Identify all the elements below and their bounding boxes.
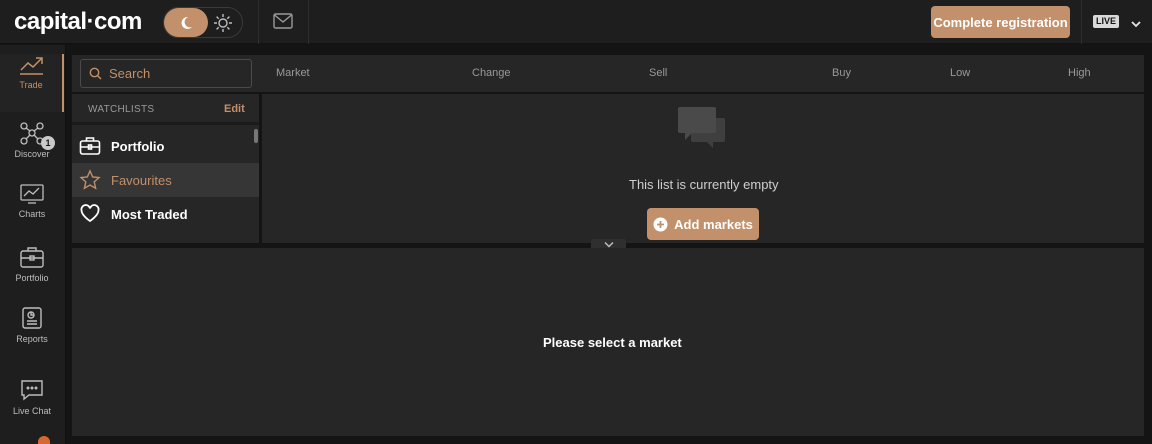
column-header-sell[interactable]: Sell: [649, 67, 667, 79]
sidebar-item-trade[interactable]: Trade: [0, 54, 64, 112]
briefcase-icon: [20, 247, 44, 268]
watchlist-item-label: Most Traded: [111, 206, 188, 222]
watchlist-item-favourites[interactable]: Favourites: [72, 163, 260, 197]
sidebar-item-live-chat[interactable]: Live Chat: [0, 378, 64, 436]
charts-icon: [20, 184, 44, 204]
column-header-market[interactable]: Market: [276, 67, 310, 79]
watchlists-divider: [72, 122, 260, 125]
header-divider: [72, 92, 1144, 94]
plus-circle-icon: [653, 217, 668, 231]
sidebar-item-charts[interactable]: Charts: [0, 183, 64, 241]
top-bar: capital·com Complete registration LIVE: [0, 0, 1152, 44]
theme-toggle[interactable]: [163, 7, 243, 38]
sidebar-item-label: Reports: [16, 334, 48, 344]
report-icon: [22, 307, 42, 329]
sidebar-item-label: Portfolio: [15, 273, 49, 283]
sidebar-item-discover[interactable]: Discover: [0, 121, 64, 179]
column-header-change[interactable]: Change: [472, 67, 511, 79]
watchlist-item-portfolio[interactable]: Portfolio: [72, 129, 260, 163]
notification-icon[interactable]: [38, 436, 50, 444]
charts-badge: 1: [41, 136, 55, 150]
empty-state-text: This list is currently empty: [629, 177, 779, 192]
sidebar-item-reports[interactable]: Reports: [0, 306, 64, 364]
watchlist-item-label: Favourites: [111, 172, 172, 188]
heart-icon: [80, 204, 100, 223]
panel-splitter: [259, 94, 262, 243]
moon-icon[interactable]: [164, 8, 208, 37]
column-header-high[interactable]: High: [1068, 67, 1091, 79]
header-divider: [1081, 0, 1082, 44]
watchlists-title: WATCHLISTS: [88, 104, 155, 115]
watchlist-item-most-traded[interactable]: Most Traded: [72, 197, 260, 231]
sidebar-item-label: Live Chat: [12, 406, 52, 416]
search-input[interactable]: [80, 59, 252, 88]
sidebar-item-portfolio[interactable]: Portfolio: [0, 245, 64, 303]
mail-icon[interactable]: [273, 13, 293, 34]
complete-registration-button[interactable]: Complete registration: [931, 6, 1070, 38]
chevron-down-icon: [603, 241, 614, 248]
chevron-down-icon[interactable]: [1130, 16, 1142, 34]
star-icon: [79, 169, 101, 190]
sun-icon[interactable]: [212, 12, 234, 34]
column-header-low[interactable]: Low: [950, 67, 970, 79]
sidebar-item-label: Trade: [19, 80, 43, 90]
add-markets-button[interactable]: Add markets: [647, 208, 759, 240]
column-header-buy[interactable]: Buy: [832, 67, 851, 79]
search-icon: [89, 67, 102, 85]
watchlist-item-label: Portfolio: [111, 138, 165, 154]
trade-chart-icon: [20, 57, 43, 75]
chat-icon: [21, 380, 43, 401]
sidebar-item-label: Charts: [18, 209, 46, 219]
chat-bubbles-icon: [677, 106, 729, 155]
account-mode-badge[interactable]: LIVE: [1093, 15, 1120, 28]
sidebar-item-label: Discover: [14, 149, 50, 159]
briefcase-icon: [79, 137, 101, 155]
brand-logo[interactable]: capital·com: [14, 8, 142, 36]
add-markets-label: Add markets: [674, 216, 753, 232]
header-divider: [308, 0, 309, 44]
edit-watchlists-button[interactable]: Edit: [224, 103, 245, 115]
header-divider: [258, 0, 259, 44]
select-market-placeholder: Please select a market: [543, 335, 682, 350]
